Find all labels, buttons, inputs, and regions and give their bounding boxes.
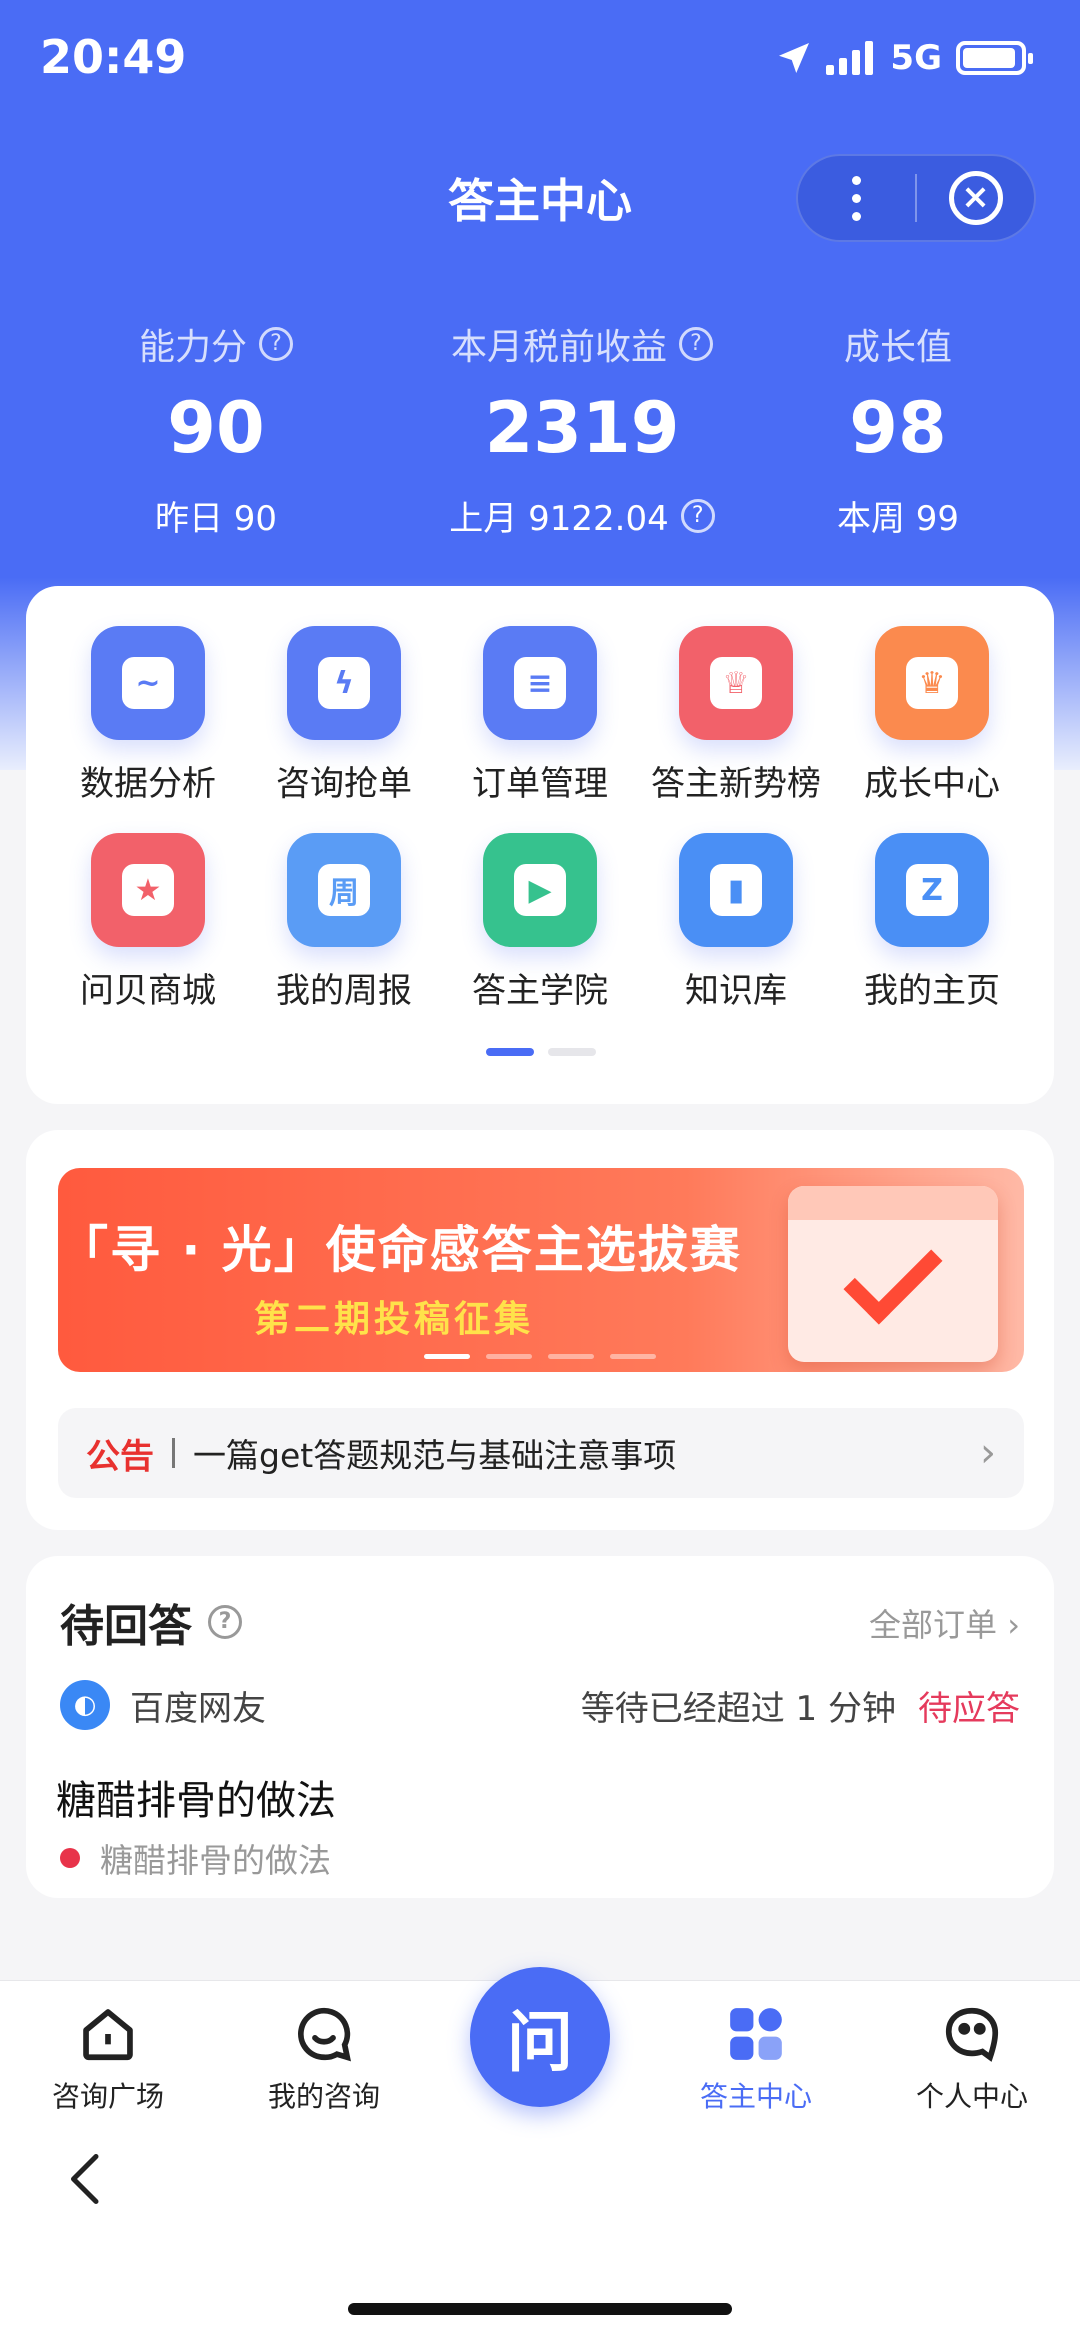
stat-growth-value[interactable]: 成长值 98 本周 99 <box>718 318 1078 540</box>
grid-item-label: 答主学院 <box>472 971 608 1011</box>
grid-item-calendar[interactable]: 周我的周报 <box>246 833 442 1012</box>
grid-item-star[interactable]: Z 我的主页 <box>834 833 1030 1012</box>
status-bar-icons: 5G <box>776 38 1033 78</box>
grid-item-label: 咨询抢单 <box>276 764 412 804</box>
grid-item-trophy[interactable]: ♕ 答主新势榜 <box>638 626 834 805</box>
document-icon: ≡ <box>483 626 597 740</box>
grid-pager <box>486 1048 596 1056</box>
help-icon[interactable]: ? <box>680 498 715 533</box>
grid-item-document[interactable]: ≡ 订单管理 <box>442 626 638 805</box>
avatar: ◐ <box>60 1680 110 1730</box>
mini-program-capsule: × <box>796 154 1036 242</box>
pending-order-row[interactable]: ◐ 百度网友 等待已经超过 1 分钟 待应答 <box>60 1680 1020 1730</box>
grid-item-shell-shop[interactable]: ★ 问贝商城 <box>50 833 246 1012</box>
book-icon: ▮ <box>679 833 793 947</box>
stat-monthly-income[interactable]: 本月税前收益? 2319 上月 9122.04? <box>402 318 762 540</box>
chat-icon <box>291 2001 357 2067</box>
tab-consult-square[interactable]: 咨询广场 <box>8 2001 208 2115</box>
chevron-right-icon: › <box>1007 1606 1020 1644</box>
close-button[interactable]: × <box>917 156 1034 240</box>
back-arrow-icon[interactable] <box>56 2149 116 2209</box>
grid-item-label: 数据分析 <box>80 764 216 804</box>
status-time: 20:49 <box>40 30 187 84</box>
function-grid-card: ~ 数据分析 ϟ 咨询抢单 ≡ 订单管理 ♕ 答主新势榜 ♛ 成长中心 ★ 问贝商城周我的周报 ▶ 答主学… <box>26 586 1054 1104</box>
chevron-right-icon: › <box>980 1430 996 1476</box>
question-preview: 糖醋排骨的做法 <box>60 1834 331 1882</box>
announcement-tag: 公告 <box>86 1436 154 1477</box>
star-icon: Z <box>875 833 989 947</box>
help-icon[interactable]: ? <box>259 327 293 361</box>
stat-sub: 昨日 90 <box>154 499 278 539</box>
red-dot-icon <box>60 1848 80 1868</box>
stat-ability-score[interactable]: 能力分? 90 昨日 90 <box>36 318 396 540</box>
grid-item-lightning[interactable]: ϟ 咨询抢单 <box>246 626 442 805</box>
user-name: 百度网友 <box>130 1688 266 1729</box>
announcement-bar[interactable]: 公告 一篇get答题规范与基础注意事项 › <box>58 1408 1024 1498</box>
banner-subtitle: 第二期投稿征集 <box>254 1299 535 1340</box>
banner-title: 「寻 · 光」使命感答主选拔赛 <box>58 1221 742 1279</box>
function-grid: ~ 数据分析 ϟ 咨询抢单 ≡ 订单管理 ♕ 答主新势榜 ♛ 成长中心 ★ 问贝商城周我的周报 ▶ 答主学… <box>50 626 1030 1012</box>
banner-pager <box>424 1354 656 1359</box>
stat-value: 90 <box>167 387 265 469</box>
stat-sub: 上月 9122.04 <box>449 499 669 539</box>
grid-item-book[interactable]: ▮ 知识库 <box>638 833 834 1012</box>
stat-value: 2319 <box>484 387 680 469</box>
help-icon[interactable]: ? <box>679 327 713 361</box>
shell-shop-icon: ★ <box>91 833 205 947</box>
status-badge: 待应答 <box>918 1688 1020 1729</box>
grid-item-label: 我的主页 <box>864 971 1000 1011</box>
grid-item-label: 成长中心 <box>864 764 1000 804</box>
bottom-tab-bar: 咨询广场 我的咨询 问 答主中心 个人中心 <box>0 1967 1080 2344</box>
announcement-text: 一篇get答题规范与基础注意事项 <box>193 1436 677 1475</box>
grid-item-label: 知识库 <box>685 971 787 1011</box>
stat-sub: 本周 99 <box>836 499 960 539</box>
grid-apps-icon <box>723 2001 789 2067</box>
battery-icon <box>956 41 1033 75</box>
grid-item-video-play[interactable]: ▶ 答主学院 <box>442 833 638 1012</box>
crown-icon: ♛ <box>875 626 989 740</box>
tab-my-consult[interactable]: 我的咨询 <box>224 2001 424 2115</box>
calendar-icon: 周 <box>287 833 401 947</box>
grid-item-label: 订单管理 <box>472 764 608 804</box>
grid-item-chart[interactable]: ~ 数据分析 <box>50 626 246 805</box>
ask-button[interactable]: 问 <box>470 1967 610 2107</box>
stat-value: 98 <box>849 387 947 469</box>
grid-item-crown[interactable]: ♛ 成长中心 <box>834 626 1030 805</box>
pending-answers-card: 待回答? 全部订单 › ◐ 百度网友 等待已经超过 1 分钟 待应答 糖醋排骨的… <box>26 1556 1054 1898</box>
lightning-icon: ϟ <box>287 626 401 740</box>
grid-item-label: 问贝商城 <box>80 971 216 1011</box>
more-button[interactable] <box>798 156 915 240</box>
home-indicator[interactable] <box>348 2303 732 2315</box>
all-orders-link[interactable]: 全部订单 › <box>869 1600 1020 1646</box>
face-icon <box>939 2001 1005 2067</box>
question-title[interactable]: 糖醋排骨的做法 <box>56 1768 336 1826</box>
more-dots-icon <box>852 175 861 221</box>
grid-item-label: 答主新势榜 <box>651 764 821 804</box>
pending-title: 待回答 <box>60 1601 192 1652</box>
chart-icon: ~ <box>91 626 205 740</box>
home-icon <box>75 2001 141 2067</box>
wait-time: 等待已经超过 1 分钟 <box>580 1688 896 1729</box>
promo-banner[interactable]: 「寻 · 光」使命感答主选拔赛 第二期投稿征集 <box>58 1168 1024 1372</box>
help-icon[interactable]: ? <box>208 1605 242 1639</box>
close-icon: × <box>948 171 1003 225</box>
signal-icon <box>826 41 874 75</box>
banner-card: 「寻 · 光」使命感答主选拔赛 第二期投稿征集 公告 一篇get答题规范与基础注… <box>26 1130 1054 1530</box>
location-arrow-icon <box>779 43 810 73</box>
video-play-icon: ▶ <box>483 833 597 947</box>
tab-personal-center[interactable]: 个人中心 <box>872 2001 1072 2115</box>
network-label: 5G <box>890 38 942 78</box>
grid-item-label: 我的周报 <box>276 971 412 1011</box>
tab-answerer-center[interactable]: 答主中心 <box>656 2001 856 2115</box>
trophy-icon: ♕ <box>679 626 793 740</box>
checkmark-window-icon <box>788 1186 998 1362</box>
